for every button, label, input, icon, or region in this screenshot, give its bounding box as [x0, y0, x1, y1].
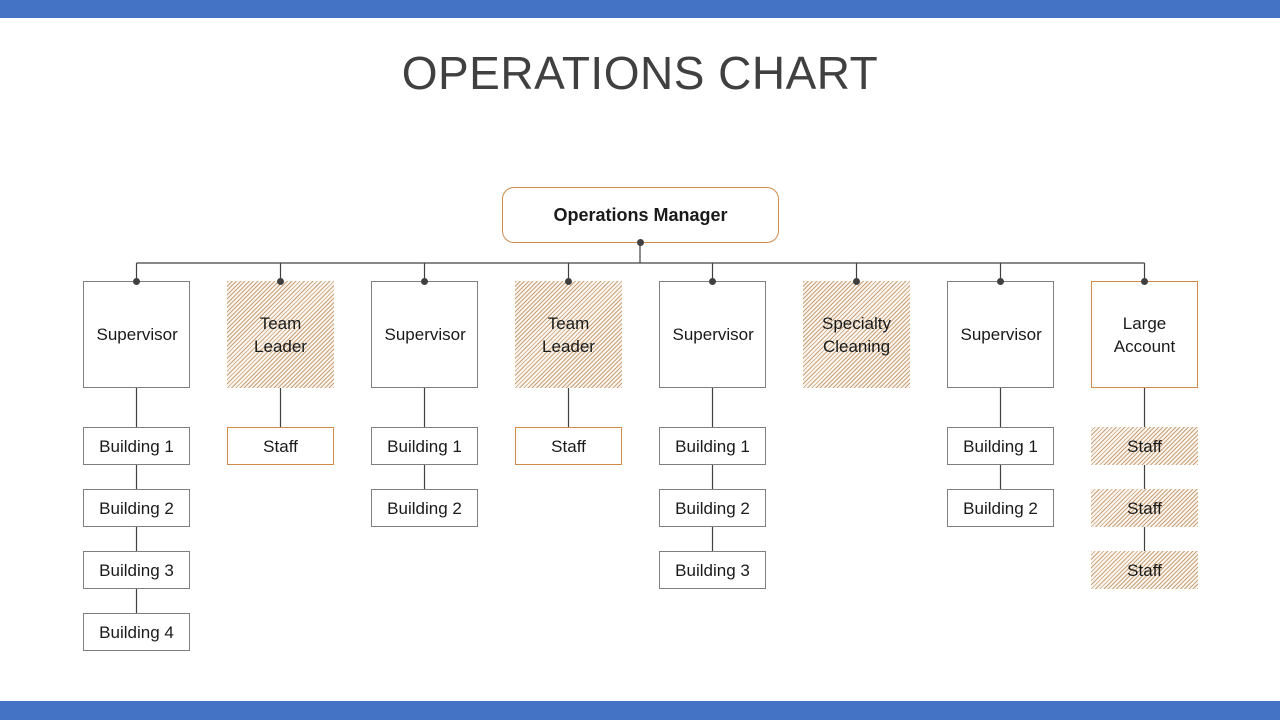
node-label: Staff — [1127, 498, 1162, 518]
node-label: Supervisor — [672, 325, 754, 344]
supervisor-node[interactable]: Supervisor — [371, 281, 478, 388]
supervisor-node[interactable]: Supervisor — [659, 281, 766, 388]
node-label: Staff — [551, 436, 586, 456]
building-3-node[interactable]: Building 3 — [659, 551, 766, 589]
node-label: Building 3 — [675, 560, 750, 580]
node-label: Supervisor — [960, 325, 1042, 344]
node-label: Building 2 — [387, 498, 462, 518]
node-label: Building 1 — [99, 436, 174, 456]
building-2-node[interactable]: Building 2 — [659, 489, 766, 527]
specialty-cleaning-node[interactable]: Specialty Cleaning — [803, 281, 910, 388]
connector-dot — [565, 277, 572, 285]
node-label: Building 2 — [963, 498, 1038, 518]
team-leader-node[interactable]: Team Leader — [227, 281, 334, 388]
building-3-node[interactable]: Building 3 — [83, 551, 190, 589]
building-1-node[interactable]: Building 1 — [371, 427, 478, 465]
node-label: Operations Manager — [553, 204, 728, 225]
node-label: Building 2 — [675, 498, 750, 518]
node-label: Staff — [1127, 560, 1162, 580]
node-label: Supervisor — [384, 325, 466, 344]
connector-dot — [1141, 277, 1148, 285]
building-2-node[interactable]: Building 2 — [947, 489, 1054, 527]
staff-node[interactable]: Staff — [1091, 427, 1198, 465]
node-label: Building 2 — [99, 498, 174, 518]
bottom-accent-bar — [0, 701, 1280, 720]
supervisor-node[interactable]: Supervisor — [947, 281, 1054, 388]
node-label: Building 3 — [99, 560, 174, 580]
node-label: Staff — [1127, 436, 1162, 456]
node-label: Large Account — [1113, 313, 1176, 356]
connector-dot — [133, 277, 140, 285]
connector-lines — [135, 243, 1146, 613]
building-4-node[interactable]: Building 4 — [83, 613, 190, 651]
staff-node[interactable]: Staff — [515, 427, 622, 465]
node-label: Building 1 — [387, 436, 462, 456]
connector-dot — [853, 277, 860, 285]
node-label: Building 4 — [99, 622, 174, 642]
node-label: Supervisor — [96, 325, 178, 344]
staff-node[interactable]: Staff — [1091, 489, 1198, 527]
connector-dot — [421, 277, 428, 285]
large-account-node[interactable]: Large Account — [1091, 281, 1198, 388]
connector-dot — [277, 277, 284, 285]
operations-manager-node[interactable]: Operations Manager — [502, 187, 779, 243]
connector-dot — [997, 277, 1004, 285]
building-1-node[interactable]: Building 1 — [83, 427, 190, 465]
building-2-node[interactable]: Building 2 — [371, 489, 478, 527]
node-label: Team Leader — [254, 313, 307, 356]
node-label: Building 1 — [675, 436, 750, 456]
connector-dot — [636, 238, 644, 246]
team-leader-node[interactable]: Team Leader — [515, 281, 622, 388]
building-2-node[interactable]: Building 2 — [83, 489, 190, 527]
building-1-node[interactable]: Building 1 — [947, 427, 1054, 465]
supervisor-node[interactable]: Supervisor — [83, 281, 190, 388]
connector-dot — [709, 277, 716, 285]
node-label: Team Leader — [542, 313, 595, 356]
node-label: Staff — [263, 436, 298, 456]
building-1-node[interactable]: Building 1 — [659, 427, 766, 465]
staff-node[interactable]: Staff — [227, 427, 334, 465]
staff-node[interactable]: Staff — [1091, 551, 1198, 589]
node-label: Specialty Cleaning — [822, 313, 891, 356]
node-label: Building 1 — [963, 436, 1038, 456]
